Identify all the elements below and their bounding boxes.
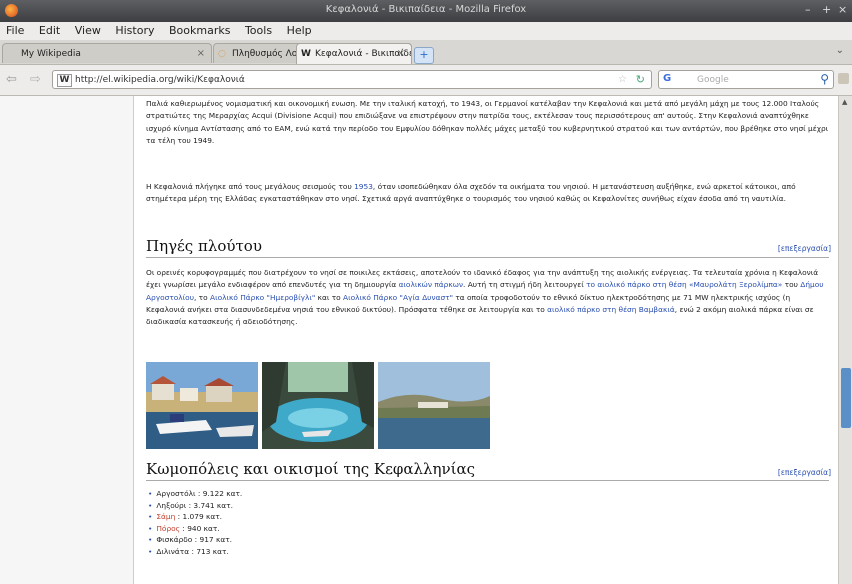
new-tab-button[interactable]: + <box>414 47 434 64</box>
paragraph-history: Παλιά καθιερωμένος νομισματική και οικον… <box>146 99 829 145</box>
heading-text: Πηγές πλούτου <box>146 237 262 255</box>
menu-bookmarks[interactable]: Bookmarks <box>163 22 235 37</box>
town-link[interactable]: Ληξούρι <box>156 501 186 510</box>
town-population: : 3.741 κατ. <box>186 500 233 510</box>
link-wind-park-vamvakia[interactable]: αιολικό πάρκο στη θέση Βαμβακιά <box>547 305 675 314</box>
menu-help[interactable]: Help <box>281 22 317 37</box>
town-name: Φισκάρδο <box>156 535 193 545</box>
heading-text: Κωμοπόλεις και οικισμοί της Κεφαλληνίας <box>146 460 476 478</box>
scrollbar-thumb[interactable] <box>841 368 851 428</box>
close-tab-icon[interactable]: × <box>397 48 405 59</box>
list-item: Διλινάτα : 713 κατ. <box>148 546 242 558</box>
close-icon[interactable]: × <box>838 3 847 16</box>
photo-cave-lake[interactable] <box>262 362 374 449</box>
list-item: Ληξούρι : 3.741 κατ. <box>148 500 242 512</box>
search-icon[interactable]: ⚲ <box>820 72 829 86</box>
paragraph-earthquake: Η Κεφαλονιά πλήγηκε από τους μεγάλους σε… <box>146 181 829 206</box>
town-population: : 713 κατ. <box>189 546 229 556</box>
menu-edit[interactable]: Edit <box>33 22 65 37</box>
link-wind-park-agia-dynati[interactable]: Αιολικό Πάρκο "Αγία Δυναστ" <box>343 293 453 302</box>
text: , το <box>193 292 211 302</box>
tab-label: My Wikipedia <box>21 49 81 59</box>
page-icon: ◌ <box>218 49 226 59</box>
photo-coastline[interactable] <box>378 362 490 449</box>
reload-icon[interactable]: ↻ <box>636 73 645 86</box>
town-population: : 1.079 κατ. <box>175 512 223 522</box>
list-item: Σάμη : 1.079 κατ. <box>148 511 242 523</box>
town-population: : 917 κατ. <box>192 535 232 545</box>
minimize-icon[interactable]: – <box>805 3 811 16</box>
addon-icon[interactable] <box>838 73 849 84</box>
back-arrow-icon[interactable]: ⇦ <box>6 72 17 87</box>
tab-list-chevron-icon[interactable]: ⌄ <box>836 45 844 56</box>
text: . Αυτή τη στιγμή ήδη λειτουργεί <box>463 280 587 290</box>
text: και το <box>315 292 344 302</box>
town-link[interactable]: Αργοστόλι <box>156 489 195 498</box>
link-wind-park-imerovigli[interactable]: Αιολικό Πάρκο "Ημεροβίγλι" <box>210 293 315 302</box>
list-item: Πόρος : 940 κατ. <box>148 523 242 535</box>
text: του <box>782 280 801 290</box>
close-tab-icon[interactable]: × <box>197 48 205 59</box>
link-wind-parks[interactable]: αιολικών πάρκων <box>399 280 463 289</box>
navigation-bar: ⇦ ⇨ W http://el.wikipedia.org/wiki/Κεφαλ… <box>0 65 852 96</box>
forward-arrow-icon[interactable]: ⇨ <box>30 72 41 87</box>
google-icon[interactable]: G <box>663 73 671 84</box>
menu-history[interactable]: History <box>109 22 159 37</box>
wikipedia-icon: W <box>301 49 311 59</box>
window-titlebar: Κεφαλονιά - Βικιπαίδεια - Mozilla Firefo… <box>0 0 852 22</box>
text: Η Κεφαλονιά πλήγηκε από τους μεγάλους σε… <box>146 182 355 191</box>
section-heading-wealth: Πηγές πλούτου <box>146 237 829 258</box>
star-icon[interactable]: ☆ <box>618 74 627 85</box>
list-item: Αργοστόλι : 9.122 κατ. <box>148 488 242 500</box>
photo-harbor[interactable] <box>146 362 258 449</box>
edit-link[interactable]: [επεξεργασία] <box>778 244 831 253</box>
page-content: Παλιά καθιερωμένος νομισματική και οικον… <box>0 96 838 584</box>
url-text: http://el.wikipedia.org/wiki/Κεφαλονιά <box>75 75 245 85</box>
town-name: Διλινάτα <box>156 546 190 556</box>
menu-view[interactable]: View <box>69 22 106 37</box>
search-input[interactable]: G Google ⚲ <box>658 70 834 89</box>
link-1953[interactable]: 1953 <box>354 182 373 191</box>
town-population: : 9.122 κατ. <box>195 489 243 498</box>
search-placeholder: Google <box>697 75 729 85</box>
menu-bar: File Edit View History Bookmarks Tools H… <box>0 22 852 40</box>
paragraph-wind-energy: Οι ορεινές κορυφογραμμές που διατρέχουν … <box>146 267 829 328</box>
page-icon <box>7 49 17 59</box>
vertical-scrollbar[interactable]: ▲ <box>838 96 852 584</box>
wikipedia-icon: W <box>57 74 72 87</box>
tab-my-wikipedia[interactable]: My Wikipedia × <box>2 43 212 63</box>
url-bar[interactable]: W http://el.wikipedia.org/wiki/Κεφαλονιά… <box>52 70 652 89</box>
town-link[interactable]: Σάμη <box>156 512 175 521</box>
maximize-icon[interactable]: + <box>822 3 831 16</box>
section-heading-towns: Κωμοπόλεις και οικισμοί της Κεφαλληνίας <box>146 460 829 481</box>
menu-file[interactable]: File <box>0 22 29 37</box>
menu-tools[interactable]: Tools <box>239 22 277 37</box>
article-body: Παλιά καθιερωμένος νομισματική και οικον… <box>133 96 838 584</box>
window-title: Κεφαλονιά - Βικιπαίδεια - Mozilla Firefo… <box>325 4 527 15</box>
town-link[interactable]: Πόρος <box>156 524 180 533</box>
town-population: : 940 κατ. <box>180 523 220 533</box>
wiki-sidebar <box>0 96 131 584</box>
towns-list: Αργοστόλι : 9.122 κατ. Ληξούρι : 3.741 κ… <box>148 488 242 558</box>
tab-kefalonia[interactable]: W Κεφαλονιά - Βικιπαίδεια × <box>296 43 412 64</box>
link-wind-park-mavrolati[interactable]: το αιολικό πάρκο στη θέση «Μαυρολάτη Ξερ… <box>586 280 782 289</box>
scroll-up-arrow-icon[interactable]: ▲ <box>842 98 847 106</box>
list-item: Φισκάρδο : 917 κατ. <box>148 534 242 546</box>
edit-link[interactable]: [επεξεργασία] <box>778 468 831 477</box>
